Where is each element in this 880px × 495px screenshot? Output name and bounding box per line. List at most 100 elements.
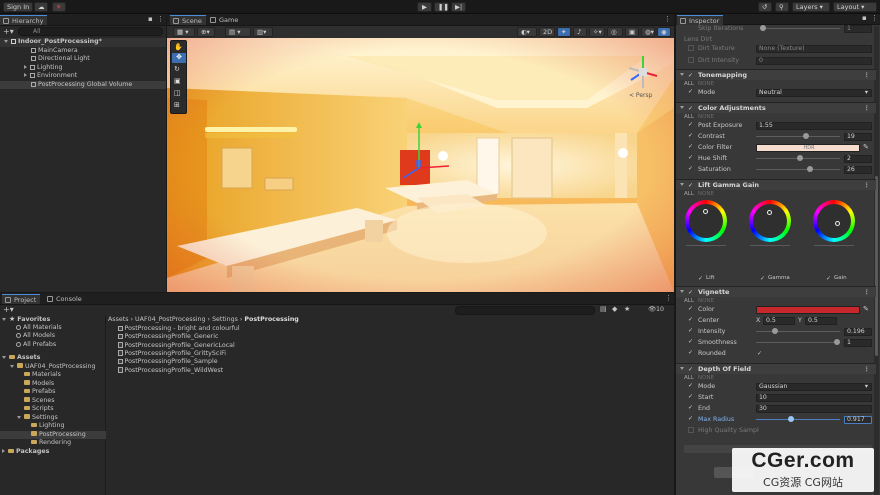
menu-icon[interactable]: ⋮ — [864, 364, 871, 375]
orientation-gizmo[interactable] — [623, 52, 663, 92]
override-checkbox[interactable]: ✓ — [698, 273, 703, 284]
override-checkbox[interactable]: ✓ — [688, 350, 694, 356]
override-checkbox[interactable]: ✓ — [688, 394, 694, 400]
packages-header[interactable]: Packages — [0, 448, 49, 457]
history-icon[interactable]: ↺ — [758, 2, 772, 12]
intensity-input[interactable]: 0.196 — [844, 327, 872, 336]
list-item[interactable]: All Prefabs — [0, 341, 56, 350]
list-item[interactable]: Prefabs — [0, 388, 55, 397]
list-item[interactable]: UAF04_PostProcessing — [0, 363, 96, 372]
saturation-input[interactable]: 26 — [844, 165, 872, 174]
tab-hierarchy[interactable]: Hierarchy — [0, 15, 48, 25]
list-item[interactable]: Lighting — [0, 64, 62, 73]
breadcrumb-item[interactable]: UAF04_PostProcessing — [135, 316, 206, 323]
search-icon[interactable]: ⚲ — [775, 2, 789, 12]
dof-start-input[interactable]: 10 — [756, 393, 872, 402]
filter-type-icon[interactable]: ▤ — [600, 305, 607, 313]
dof-end-input[interactable]: 30 — [756, 404, 872, 413]
list-item[interactable]: Models — [0, 380, 54, 389]
pivot-dropdown[interactable]: ⊕▾ — [197, 27, 215, 37]
shading-dropdown[interactable]: ◐▾ — [517, 27, 537, 37]
tab-console[interactable]: Console — [44, 294, 86, 304]
list-item[interactable]: Settings — [0, 414, 58, 423]
rounded-checkbox[interactable]: ✓ — [757, 348, 762, 359]
hand-tool-icon[interactable]: ✋ — [174, 43, 183, 51]
gain-slider[interactable] — [814, 245, 854, 246]
menu-icon[interactable]: ⋮ — [665, 294, 672, 302]
post-exposure-input[interactable]: 1.55 — [756, 121, 872, 130]
camera-settings-icon[interactable]: ▣ — [625, 27, 639, 37]
list-item[interactable]: PostProcessingProfile_Generic — [108, 333, 218, 342]
scene-viewport[interactable]: ✋ ✥ ↻ ▣ ◫ ⊞ < Persp — [167, 38, 674, 292]
eyedropper-icon[interactable]: ✎ — [863, 304, 869, 315]
audio-toggle-icon[interactable]: ♪ — [573, 27, 587, 37]
draw-mode-dropdown[interactable]: ▦ ▾ — [173, 27, 195, 37]
tab-project[interactable]: Project — [2, 294, 41, 304]
hue-shift-slider[interactable] — [797, 155, 803, 161]
menu-icon[interactable]: ⋮ — [864, 70, 871, 81]
dof-mode-dropdown[interactable]: Gaussian ▾ — [756, 382, 872, 391]
list-item[interactable]: PostProcessingProfile_GenericLocal — [108, 342, 235, 351]
collab-icon[interactable]: ✳ — [52, 2, 66, 12]
filter-label-icon[interactable]: ◆ — [612, 305, 617, 313]
breadcrumb-item[interactable]: Settings — [212, 316, 238, 323]
override-checkbox[interactable]: ✓ — [688, 416, 694, 422]
list-item[interactable]: Directional Light — [0, 55, 90, 64]
layout-dropdown[interactable]: Layout ▾ — [833, 2, 877, 12]
menu-icon[interactable]: ⋮ — [864, 103, 871, 114]
vignette-header[interactable]: ✓ Vignette ⋮ — [676, 286, 876, 297]
tab-scene[interactable]: Scene — [170, 15, 206, 25]
max-radius-input[interactable]: 0.917 — [844, 415, 872, 424]
depth-of-field-header[interactable]: ✓ Depth Of Field ⋮ — [676, 363, 876, 374]
transform-tool-icon[interactable]: ⊞ — [174, 101, 180, 109]
favorite-icon[interactable]: ★ — [624, 305, 630, 313]
override-checkbox[interactable]: ✓ — [688, 306, 694, 312]
saturation-slider[interactable] — [807, 166, 813, 172]
override-checkbox[interactable]: ✓ — [688, 166, 694, 172]
project-search-input[interactable] — [455, 306, 595, 315]
gamma-color-wheel[interactable] — [749, 200, 791, 242]
tonemapping-header[interactable]: ✓ Tonemapping ⋮ — [676, 69, 876, 80]
max-radius-slider[interactable] — [788, 416, 794, 422]
gain-color-wheel[interactable] — [813, 200, 855, 242]
persp-label[interactable]: < Persp — [629, 92, 652, 99]
center-y-input[interactable]: 0.5 — [805, 316, 837, 325]
lock-icon[interactable]: ▪ — [148, 15, 153, 23]
list-item[interactable]: Environment — [0, 72, 77, 81]
list-item[interactable]: PostProcessing - bright and colourful — [108, 325, 240, 334]
add-icon[interactable]: +▾ — [3, 27, 14, 36]
step-button[interactable]: ▶| — [451, 2, 466, 12]
tonemapping-mode-dropdown[interactable]: Neutral ▾ — [756, 88, 872, 97]
lift-color-wheel[interactable] — [685, 200, 727, 242]
list-item[interactable]: PostProcessing Global Volume — [0, 80, 166, 89]
hidden-objects-icon[interactable]: ◎ — [607, 27, 623, 37]
move-tool-icon[interactable]: ✥ — [172, 53, 186, 63]
override-checkbox[interactable]: ✓ — [688, 89, 694, 95]
effects-dropdown[interactable]: ✧▾ — [589, 27, 605, 37]
vignette-color-swatch[interactable] — [756, 305, 860, 314]
list-item[interactable]: All Materials — [0, 324, 62, 333]
list-item[interactable]: Materials — [0, 371, 61, 380]
list-item[interactable]: All Models — [0, 332, 55, 341]
override-checkbox[interactable] — [688, 427, 694, 433]
none-button[interactable]: NONE — [698, 191, 714, 197]
scale-tool-icon[interactable]: ▣ — [174, 77, 181, 85]
intensity-slider[interactable] — [772, 328, 778, 334]
list-item[interactable]: PostProcessingProfile_GrittySciFi — [108, 350, 226, 359]
eyedropper-icon[interactable]: ✎ — [863, 142, 869, 153]
list-item[interactable]: Lighting — [0, 422, 64, 431]
override-checkbox[interactable]: ✓ — [760, 273, 765, 284]
gamma-slider[interactable] — [750, 245, 790, 246]
override-checkbox[interactable]: ✓ — [688, 317, 694, 323]
gizmos-dropdown[interactable]: ◍▾ — [641, 27, 655, 37]
menu-icon[interactable]: ⋮ — [864, 180, 871, 191]
breadcrumb-item[interactable]: Assets — [108, 316, 129, 323]
override-checkbox[interactable]: ✓ — [688, 155, 694, 161]
override-checkbox[interactable]: ✓ — [688, 339, 694, 345]
tab-game[interactable]: Game — [207, 15, 242, 25]
lighting-toggle-icon[interactable]: ✦ — [557, 27, 571, 37]
pause-button[interactable]: ❚❚ — [434, 2, 449, 12]
list-item[interactable]: PostProcessing — [0, 430, 106, 439]
rect-tool-icon[interactable]: ◫ — [174, 89, 181, 97]
sign-in-button[interactable]: Sign In — [3, 2, 34, 12]
